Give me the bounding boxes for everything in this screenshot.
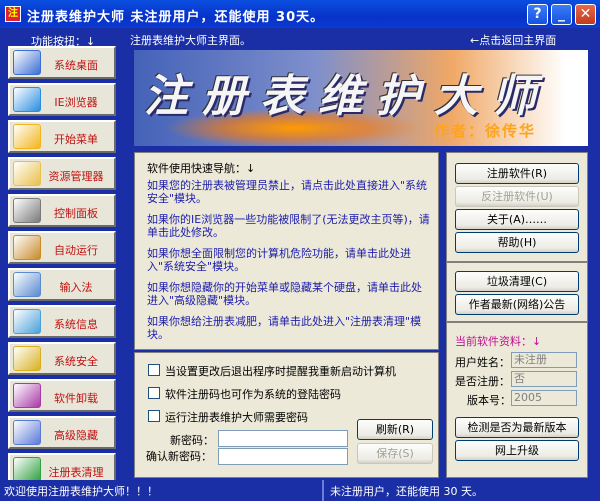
sidebar-item-label: 开始菜单 <box>54 133 98 146</box>
sidebar-item-label: 系统安全 <box>54 355 98 368</box>
minimize-button[interactable]: _ <box>551 4 572 25</box>
sidebar-item-3[interactable]: 资源管理器 <box>8 157 116 190</box>
close-button[interactable]: ✕ <box>575 4 596 25</box>
status-trial: 未注册用户，还能使用 30 天。 <box>330 485 483 498</box>
app-icon: 注 <box>5 6 21 22</box>
cleanup-button[interactable]: 垃圾清理(C) <box>455 271 579 292</box>
registered-label: 是否注册： <box>455 375 510 388</box>
start-menu-icon <box>13 124 41 149</box>
sidebar-item-8[interactable]: 系统安全 <box>8 342 116 375</box>
sidebar-item-label: 系统信息 <box>54 318 98 331</box>
about-button[interactable]: 关于(A)…… <box>455 209 579 230</box>
sidebar-item-label: 控制面板 <box>54 207 98 220</box>
software-info-panel: 当前软件资料：↓ 用户姓名： 未注册 是否注册： 否 版本号： 2005 检测是… <box>446 322 588 478</box>
status-separator <box>322 480 324 501</box>
sidebar-item-2[interactable]: 开始菜单 <box>8 120 116 153</box>
confirm-password-label: 确认新密码： <box>146 450 212 463</box>
help-button[interactable]: 帮助(H) <box>455 232 579 253</box>
nav-link-system-security[interactable]: 如果您的注册表被管理员禁止，请点击此处直接进入"系统安全"模块。 <box>147 179 432 205</box>
nav-link-ie[interactable]: 如果你的IE浏览器一些功能被限制了(无法更改主页等)，请单击此处修改。 <box>147 213 432 239</box>
username-label: 用户姓名： <box>455 356 510 369</box>
sidebar-item-label: 软件卸载 <box>54 392 98 405</box>
sidebar-item-label: 高级隐藏 <box>54 429 98 442</box>
sidebar-item-5[interactable]: 自动运行 <box>8 231 116 264</box>
maintenance-panel: 垃圾清理(C) 作者最新(网络)公告 <box>446 262 588 322</box>
restart-prompt-label: 当设置更改后退出程序时提醒我重新启动计算机 <box>165 365 396 378</box>
window-title: 注册表维护大师 未注册用户，还能使用 30天。 <box>27 10 325 25</box>
new-password-label: 新密码： <box>170 434 214 447</box>
version-value: 2005 <box>511 390 577 406</box>
online-upgrade-button[interactable]: 网上升级 <box>455 440 579 461</box>
return-main-link[interactable]: ←点击返回主界面 <box>470 32 556 48</box>
serial-login-checkbox[interactable] <box>148 387 160 399</box>
sidebar-item-1[interactable]: IE浏览器 <box>8 83 116 116</box>
username-value: 未注册 <box>511 352 577 368</box>
hide-icon <box>13 420 41 445</box>
sidebar-item-6[interactable]: 输入法 <box>8 268 116 301</box>
announcement-button[interactable]: 作者最新(网络)公告 <box>455 294 579 315</box>
registered-value: 否 <box>511 371 577 387</box>
quick-nav-panel: 软件使用快速导航：↓ 如果您的注册表被管理员禁止，请点击此处直接进入"系统安全"… <box>134 152 439 350</box>
new-password-input[interactable] <box>218 430 348 447</box>
require-password-checkbox[interactable] <box>148 410 160 422</box>
save-button[interactable]: 保存(S) <box>357 443 433 464</box>
key-icon <box>13 346 41 371</box>
check-update-button[interactable]: 检测是否为最新版本 <box>455 417 579 438</box>
info-icon <box>13 309 41 334</box>
sidebar-item-label: IE浏览器 <box>54 96 98 109</box>
uninstall-icon <box>13 383 41 408</box>
status-bar: 欢迎使用注册表维护大师！！！ 未注册用户，还能使用 30 天。 <box>0 480 600 501</box>
refresh-button[interactable]: 刷新(R) <box>357 419 433 440</box>
tools-icon <box>13 198 41 223</box>
nav-link-restrict[interactable]: 如果你想全面限制您的计算机危险功能，请单击此处进入"系统安全"模块。 <box>147 247 432 273</box>
quick-nav-heading: 软件使用快速导航：↓ <box>147 162 256 175</box>
sidebar-item-label: 输入法 <box>59 281 93 294</box>
status-welcome: 欢迎使用注册表维护大师！！！ <box>4 485 158 498</box>
serial-login-label: 软件注册码也可作为系统的登陆密码 <box>165 388 341 401</box>
help-window-button[interactable]: ? <box>527 4 548 25</box>
explorer-icon <box>13 161 41 186</box>
nav-link-cleanup[interactable]: 如果你想给注册表减肥，请单击此处进入"注册表清理"模块。 <box>147 315 432 341</box>
sidebar-item-4[interactable]: 控制面板 <box>8 194 116 227</box>
require-password-label: 运行注册表维护大师需要密码 <box>165 411 308 424</box>
register-button[interactable]: 注册软件(R) <box>455 163 579 184</box>
sidebar-item-label: 自动运行 <box>54 244 98 257</box>
sidebar-item-label: 资源管理器 <box>48 170 104 183</box>
banner-author: 作者：徐传华 <box>434 122 537 140</box>
keyboard-icon <box>13 272 41 297</box>
confirm-password-input[interactable] <box>218 448 348 465</box>
restart-prompt-checkbox[interactable] <box>148 364 160 376</box>
nav-link-hide[interactable]: 如果你想隐藏你的开始菜单或隐藏某个硬盘，请单击此处进入"高级隐藏"模块。 <box>147 281 432 307</box>
software-actions-panel: 注册软件(R) 反注册软件(U) 关于(A)…… 帮助(H) <box>446 152 588 262</box>
ie-icon <box>13 87 41 112</box>
sidebar-item-label: 注册表清理 <box>48 466 104 479</box>
desktop-icon <box>13 50 41 75</box>
page-subtitle: 注册表维护大师主界面。 <box>130 34 251 47</box>
sidebar-item-7[interactable]: 系统信息 <box>8 305 116 338</box>
banner-title: 注册表维护大师 <box>144 71 550 122</box>
sidebar-item-10[interactable]: 高级隐藏 <box>8 416 116 449</box>
registry-icon <box>13 457 41 482</box>
banner: 注册表维护大师 作者：徐传华 <box>134 50 588 146</box>
gear-icon <box>13 235 41 260</box>
title-bar: 注 注册表维护大师 未注册用户，还能使用 30天。 ? _ ✕ <box>0 0 600 28</box>
sidebar-item-9[interactable]: 软件卸载 <box>8 379 116 412</box>
unregister-button[interactable]: 反注册软件(U) <box>455 186 579 207</box>
sidebar-item-label: 系统桌面 <box>54 59 98 72</box>
version-label: 版本号： <box>467 394 511 407</box>
sidebar-item-0[interactable]: 系统桌面 <box>8 46 116 79</box>
software-info-heading: 当前软件资料：↓ <box>455 335 542 348</box>
options-panel: 当设置更改后退出程序时提醒我重新启动计算机 软件注册码也可作为系统的登陆密码 运… <box>134 352 439 478</box>
